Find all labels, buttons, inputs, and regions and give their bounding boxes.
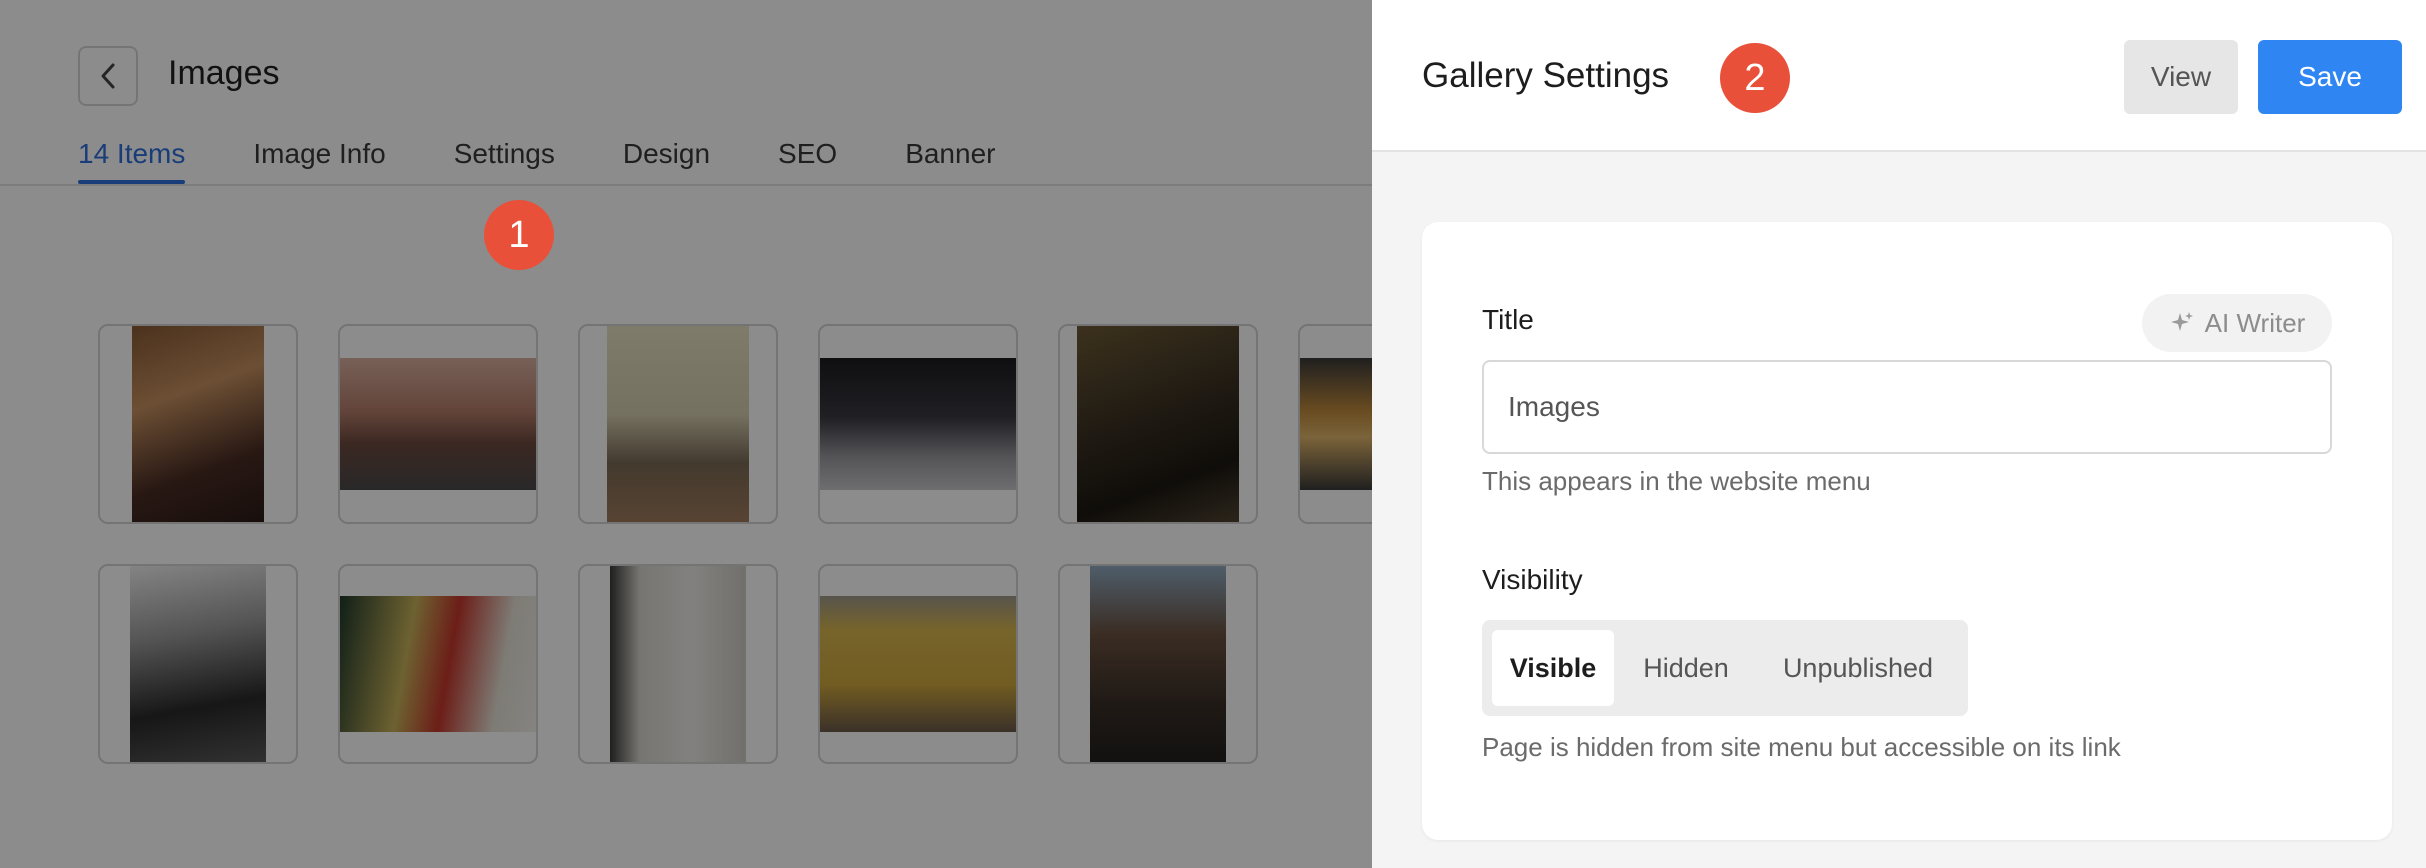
- visibility-selector: Visible Hidden Unpublished: [1482, 620, 1968, 716]
- panel-header: Gallery Settings 2 View Save: [1372, 0, 2426, 152]
- visibility-option-hidden[interactable]: Hidden: [1620, 630, 1752, 706]
- save-button[interactable]: Save: [2258, 40, 2402, 114]
- settings-card: Title AI Writer This appears in the webs…: [1422, 222, 2392, 840]
- visibility-help-text: Page is hidden from site menu but access…: [1482, 732, 2121, 762]
- step-marker-1: 1: [484, 200, 554, 270]
- panel-title: Gallery Settings: [1422, 56, 1670, 95]
- modal-backdrop[interactable]: [0, 0, 1372, 868]
- visibility-option-unpublished[interactable]: Unpublished: [1758, 630, 1958, 706]
- visibility-label: Visibility: [1482, 564, 1583, 595]
- title-label: Title: [1482, 304, 1534, 335]
- title-help-text: This appears in the website menu: [1482, 466, 1871, 496]
- title-input[interactable]: [1482, 360, 2332, 454]
- ai-writer-button[interactable]: AI Writer: [2142, 294, 2332, 352]
- step-marker-2: 2: [1720, 43, 1790, 113]
- sparkle-icon: [2170, 312, 2193, 331]
- visibility-option-visible[interactable]: Visible: [1492, 630, 1614, 706]
- gallery-settings-panel: Gallery Settings 2 View Save Title AI Wr…: [1372, 0, 2426, 868]
- view-button[interactable]: View: [2124, 40, 2238, 114]
- ai-writer-label: AI Writer: [2204, 307, 2306, 338]
